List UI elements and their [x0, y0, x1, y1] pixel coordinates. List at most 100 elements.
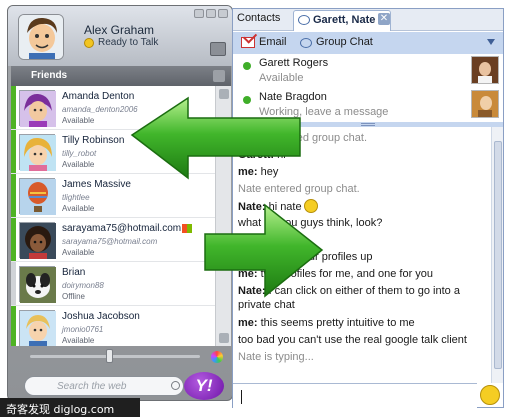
scroll-up-icon[interactable]	[219, 89, 229, 99]
minimize-button[interactable]	[194, 9, 204, 18]
text-caret	[241, 390, 242, 404]
friend-name: James Massive	[62, 179, 131, 190]
message-text: hi	[274, 149, 286, 161]
friend-status: Offline	[62, 292, 85, 301]
system-message: Garett entered group chat.	[238, 131, 491, 148]
friend-name: Brian	[62, 267, 86, 278]
friend-list: Amanda Denton amanda_denton2006 Availabl…	[11, 86, 215, 346]
message-text: Garett entered group chat.	[238, 132, 368, 144]
grip-icon	[361, 123, 375, 126]
close-button[interactable]	[218, 9, 228, 18]
participant-row[interactable]: Garett Rogers Available	[233, 54, 503, 88]
participant-row[interactable]: Nate Bragdon Working, leave a message	[233, 88, 503, 122]
group-chat-button[interactable]: Group Chat	[316, 36, 373, 48]
user-status-text: Ready to Talk	[98, 37, 159, 48]
volume-slider-knob[interactable]	[106, 349, 113, 363]
friend-name: sarayama75@hotmail.com	[62, 223, 182, 234]
presence-bar	[11, 218, 16, 261]
friend-id: amanda_denton2006	[62, 105, 138, 114]
message-sender: me:	[238, 166, 258, 178]
friend-item[interactable]: James Massive tlightlee Available	[11, 174, 215, 218]
close-tab-button[interactable]: ✕	[378, 13, 390, 25]
group-chat-icon[interactable]	[300, 38, 312, 48]
chat-message: me: hey	[238, 165, 491, 182]
friend-name: Amanda Denton	[62, 91, 135, 102]
tab-group-chat-label: Garett, Nate	[313, 14, 376, 26]
tab-contacts[interactable]: Contacts	[237, 12, 280, 24]
chat-message: I see two of your profiles up	[238, 250, 491, 267]
friend-avatar	[19, 90, 56, 127]
participant-status: Available	[259, 72, 304, 84]
presence-bar	[11, 262, 16, 305]
chat-bubble-icon	[298, 15, 310, 25]
typing-indicator: Nate is typing...	[238, 350, 491, 367]
user-avatar[interactable]	[18, 14, 64, 60]
friends-header-label: Friends	[31, 70, 68, 81]
user-status[interactable]: Ready to Talk	[84, 37, 158, 48]
smiley-emoticon-icon	[303, 199, 318, 213]
friend-avatar	[19, 310, 56, 346]
web-search-input[interactable]: Search the web	[24, 376, 184, 396]
online-status-icon	[243, 62, 251, 70]
chat-scrollbar[interactable]	[491, 127, 503, 383]
friend-status: Available	[62, 204, 95, 213]
email-button[interactable]: Email	[259, 36, 287, 48]
message-sender: Nate:	[238, 285, 266, 297]
message-text: two profiles for me, and one for you	[257, 268, 434, 280]
friend-id: tilly_robot	[62, 149, 97, 158]
friend-status: Available	[62, 336, 95, 345]
message-input[interactable]	[233, 383, 477, 408]
yahoo-logo[interactable]: Y!	[184, 372, 224, 400]
chat-message: Nate: hi nate	[238, 199, 491, 216]
chat-message: sweet	[238, 233, 491, 250]
grid-menu-icon[interactable]	[210, 42, 226, 56]
message-text: hi nate	[265, 201, 302, 213]
presence-bar	[11, 174, 16, 217]
chat-message: Nate: I can click on either of them to g…	[238, 284, 478, 316]
friend-item[interactable]: Tilly Robinson tilly_robot Available	[11, 130, 215, 174]
friend-id: sarayama75@hotmail.com	[62, 237, 158, 246]
message-sender: Nate:	[238, 201, 266, 213]
emoticon-picker-button[interactable]	[480, 385, 500, 405]
participant-avatar	[471, 56, 499, 84]
collapse-icon[interactable]	[213, 70, 225, 82]
google-talk-window: Contacts Garett, Nate ✕ Email Group Chat…	[232, 8, 504, 408]
participant-avatar	[471, 90, 499, 118]
presence-bar	[11, 86, 16, 129]
chevron-down-icon[interactable]	[487, 39, 495, 45]
scroll-thumb[interactable]	[494, 141, 502, 369]
friend-status: Available	[62, 248, 95, 257]
participant-status: Working, leave a message	[259, 106, 389, 118]
chat-action-bar: Email Group Chat	[233, 32, 503, 54]
chat-message: too bad you can't use the real google ta…	[238, 333, 491, 350]
search-icon[interactable]	[171, 381, 180, 390]
chat-message: me: two profiles for me, and one for you	[238, 267, 491, 284]
friend-item[interactable]: Brian doirymon88 Offline	[11, 262, 215, 306]
chat-message: what do you guys think, look?	[238, 216, 491, 233]
message-sender: me:	[238, 268, 258, 280]
message-text: Nate is typing...	[238, 351, 314, 363]
windows-live-icon	[182, 224, 192, 233]
color-wheel-icon[interactable]	[211, 351, 223, 363]
participant-name: Garett Rogers	[259, 57, 329, 69]
scroll-down-icon[interactable]	[219, 333, 229, 343]
friend-avatar	[19, 266, 56, 303]
friends-group-header[interactable]: Friends	[11, 66, 231, 86]
maximize-button[interactable]	[206, 9, 216, 18]
message-text: I see two of your profiles up	[238, 251, 373, 263]
online-status-icon	[243, 96, 251, 104]
gmail-icon[interactable]	[241, 37, 255, 48]
window-controls	[194, 9, 228, 18]
message-text: this seems pretty intuitive to me	[257, 317, 415, 329]
volume-slider-track[interactable]	[30, 355, 200, 358]
chat-message: me: this seems pretty intuitive to me	[238, 316, 491, 333]
friend-item[interactable]: Joshua Jacobson jmonio0761 Available	[11, 306, 215, 346]
friend-item[interactable]: Amanda Denton amanda_denton2006 Availabl…	[11, 86, 215, 130]
friend-id: tlightlee	[62, 193, 90, 202]
presence-bar	[11, 306, 16, 346]
friend-item[interactable]: sarayama75@hotmail.com sarayama75@hotmai…	[11, 218, 215, 262]
friend-list-scrollbar[interactable]	[215, 86, 231, 346]
tab-group-chat[interactable]: Garett, Nate ✕	[293, 10, 391, 31]
friend-avatar	[19, 134, 56, 171]
friend-id: jmonio0761	[62, 325, 104, 334]
